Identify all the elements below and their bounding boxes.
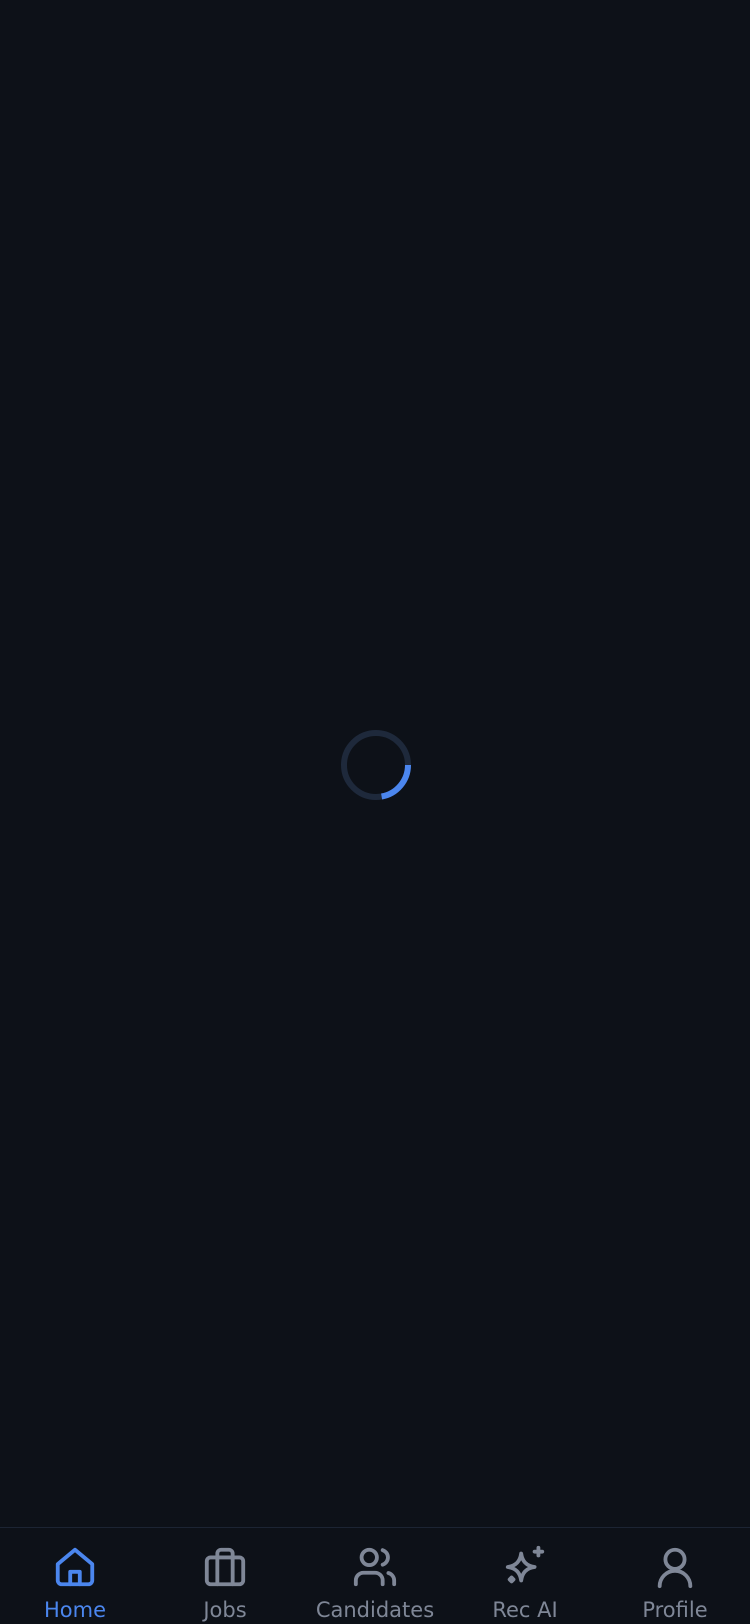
sparkles-icon: [502, 1544, 548, 1590]
users-icon: [352, 1544, 398, 1590]
tab-jobs[interactable]: Jobs: [150, 1528, 300, 1624]
tab-label-home: Home: [43, 1598, 106, 1622]
content-area: [0, 0, 750, 1527]
home-icon: [52, 1544, 98, 1590]
bottom-tab-bar: Home Jobs Candidates Rec AI Profile: [0, 1527, 750, 1624]
app-screen: Home Jobs Candidates Rec AI Profile: [0, 0, 750, 1624]
loading-spinner: [340, 729, 412, 801]
user-icon: [652, 1544, 698, 1590]
tab-label-jobs: Jobs: [203, 1598, 247, 1622]
tab-profile[interactable]: Profile: [600, 1528, 750, 1624]
tab-candidates[interactable]: Candidates: [300, 1528, 450, 1624]
tab-home[interactable]: Home: [0, 1528, 150, 1624]
tab-rec-ai[interactable]: Rec AI: [450, 1528, 600, 1624]
briefcase-icon: [202, 1544, 248, 1590]
tab-label-rec-ai: Rec AI: [492, 1598, 558, 1622]
spinner-icon: [341, 730, 411, 800]
tab-label-profile: Profile: [642, 1598, 708, 1622]
tab-label-candidates: Candidates: [315, 1598, 435, 1622]
